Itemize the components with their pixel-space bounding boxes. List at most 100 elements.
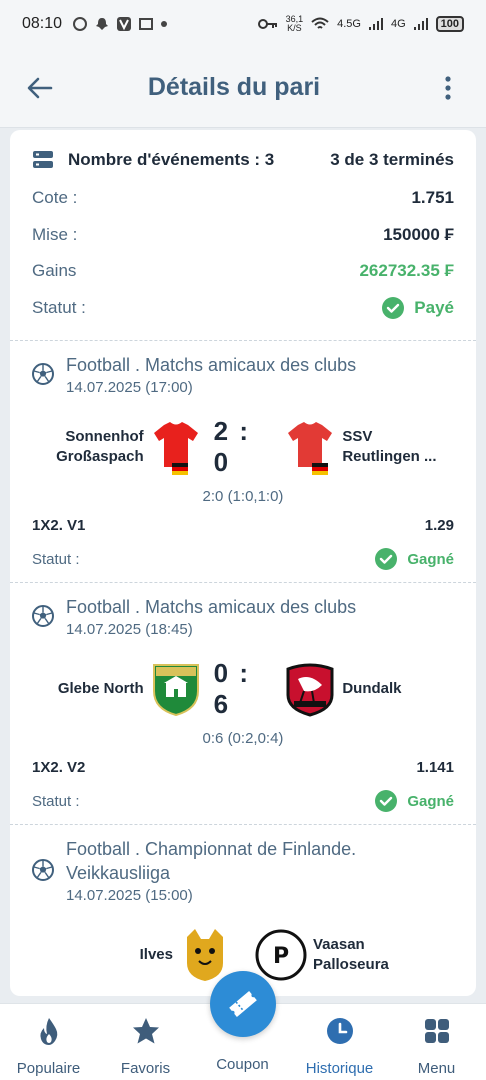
won-status: Gagné	[375, 790, 454, 812]
clock-time: 08:10	[22, 15, 63, 32]
bet-row: 1X2. V2 1.141	[32, 759, 454, 776]
nav-favorites[interactable]: Favoris	[97, 1004, 194, 1080]
nav-popular-label: Populaire	[16, 1060, 81, 1077]
home-club-crest-icon	[179, 927, 231, 983]
event-header: Football . Matchs amicaux des clubs 14.0…	[32, 595, 454, 638]
check-circle-icon	[375, 790, 398, 812]
event-item[interactable]: Football . Matchs amicaux des clubs 14.0…	[10, 341, 476, 582]
winnings-label: Gains	[32, 261, 77, 281]
back-button[interactable]	[22, 70, 58, 106]
check-circle-icon	[375, 548, 398, 570]
battery-indicator: 100	[435, 16, 464, 32]
home-team: Sonnenhof Großaspach	[56, 428, 144, 465]
grid-icon	[424, 1019, 449, 1043]
event-header: Football . Championnat de Finlande. Veik…	[32, 837, 454, 904]
home-jersey-icon	[150, 419, 202, 475]
event-date: 14.07.2025 (17:00)	[66, 379, 193, 396]
event-title: Football . Matchs amicaux des clubs	[66, 597, 357, 617]
paid-status: Payé	[382, 296, 454, 319]
signal-bars-icon	[368, 18, 383, 30]
nav-coupon-label: Coupon	[216, 1056, 269, 1073]
away-jersey-icon	[284, 419, 336, 475]
bet-type: 1X2. V1	[32, 517, 86, 534]
event-status-label: Statut :	[32, 792, 80, 810]
app-icon	[139, 18, 154, 30]
nav-history-label: Historique	[305, 1060, 374, 1077]
won-status-label: Gagné	[407, 792, 454, 810]
event-header: Football . Matchs amicaux des clubs 14.0…	[32, 353, 454, 396]
event-title: Football . Championnat de Finlande. Veik…	[66, 839, 357, 883]
match-row: Glebe North 0 : 6 Dundalk	[32, 658, 454, 719]
odds-value: 1.751	[411, 188, 454, 208]
won-status-label: Gagné	[407, 550, 454, 568]
match-score: 0 : 6	[213, 658, 250, 719]
wifi-icon	[311, 17, 329, 29]
match-row: Sonnenhof Großaspach 2 : 0 SSV Reutlinge…	[32, 416, 454, 477]
coupon-button[interactable]	[210, 971, 276, 1037]
stake-label: Mise :	[32, 224, 78, 244]
event-status-label: Statut :	[32, 550, 80, 568]
dot-icon	[161, 21, 168, 27]
summary-header: Nombre d'événements : 3 3 de 3 terminés	[32, 140, 454, 180]
odds-row: Cote : 1.751	[32, 180, 454, 217]
away-team: SSV Reutlingen ...	[342, 428, 437, 465]
bet-odd: 1.29	[424, 517, 454, 534]
vertical-dots-icon	[445, 75, 451, 100]
winnings-value: 262732.35 ₣	[359, 261, 454, 281]
nav-menu[interactable]: Menu	[388, 1004, 485, 1080]
event-date: 14.07.2025 (15:00)	[66, 887, 193, 904]
app-header: Détails du pari	[0, 48, 486, 128]
key-icon	[257, 19, 277, 29]
nav-menu-label: Menu	[417, 1060, 456, 1077]
odds-label: Cote :	[32, 188, 78, 208]
home-team: Glebe North	[57, 680, 144, 697]
svg-text:P: P	[273, 944, 289, 969]
soccer-ball-icon	[32, 859, 54, 881]
ticket-icon	[229, 991, 257, 1017]
home-team: Ilves	[139, 946, 173, 963]
nav-history[interactable]: Historique	[291, 1004, 388, 1080]
stake-value: 150000 ₣	[383, 224, 454, 244]
event-item[interactable]: Football . Matchs amicaux des clubs 14.0…	[10, 583, 476, 824]
away-team: Vaasan Palloseura	[313, 936, 389, 973]
away-team: Dundalk	[342, 680, 402, 697]
bet-details-content[interactable]: Nombre d'événements : 3 3 de 3 terminés …	[10, 130, 476, 1003]
bet-summary: Nombre d'événements : 3 3 de 3 terminés …	[10, 130, 476, 340]
bet-odd: 1.141	[416, 759, 454, 776]
event-status-row: Statut : Gagné	[32, 790, 454, 812]
home-club-crest-icon	[150, 661, 202, 717]
score-detail: 2:0 (1:0,1:0)	[202, 488, 284, 505]
v-app-icon	[117, 17, 132, 31]
notification-icons	[72, 16, 168, 32]
check-circle-icon	[382, 296, 405, 319]
signal-bars-icon-2	[413, 18, 428, 30]
signal-label-2: 4G	[390, 18, 406, 30]
arrow-left-icon	[27, 77, 53, 98]
soccer-ball-icon	[32, 363, 54, 385]
match-score: 2 : 0	[213, 416, 250, 477]
more-options-button[interactable]	[430, 70, 466, 106]
paid-status-label: Payé	[414, 297, 454, 317]
clock-icon	[326, 1018, 353, 1044]
event-date: 14.07.2025 (18:45)	[66, 621, 193, 638]
bet-type: 1X2. V2	[32, 759, 86, 776]
events-list-icon	[33, 151, 53, 168]
page-title: Détails du pari	[147, 73, 321, 101]
won-status: Gagné	[375, 548, 454, 570]
bet-card: Nombre d'événements : 3 3 de 3 terminés …	[10, 130, 476, 996]
flame-icon	[39, 1018, 57, 1045]
winnings-row: Gains 262732.35 ₣	[32, 253, 454, 290]
net-speed: 36,1 K/S	[285, 14, 304, 33]
event-title: Football . Matchs amicaux des clubs	[66, 355, 357, 375]
event-status-row: Statut : Gagné	[32, 548, 454, 570]
snapchat-icon	[96, 18, 109, 30]
nav-popular[interactable]: Populaire	[0, 1004, 97, 1080]
score-detail: 0:6 (0:2,0:4)	[202, 730, 284, 747]
star-icon	[132, 1018, 159, 1044]
nav-favorites-label: Favoris	[120, 1060, 171, 1077]
away-club-crest-icon	[284, 661, 336, 717]
messenger-icon	[73, 17, 88, 31]
status-row: Statut : Payé	[32, 290, 454, 327]
signal-label-1: 4.5G	[337, 18, 361, 30]
stake-row: Mise : 150000 ₣	[32, 217, 454, 254]
